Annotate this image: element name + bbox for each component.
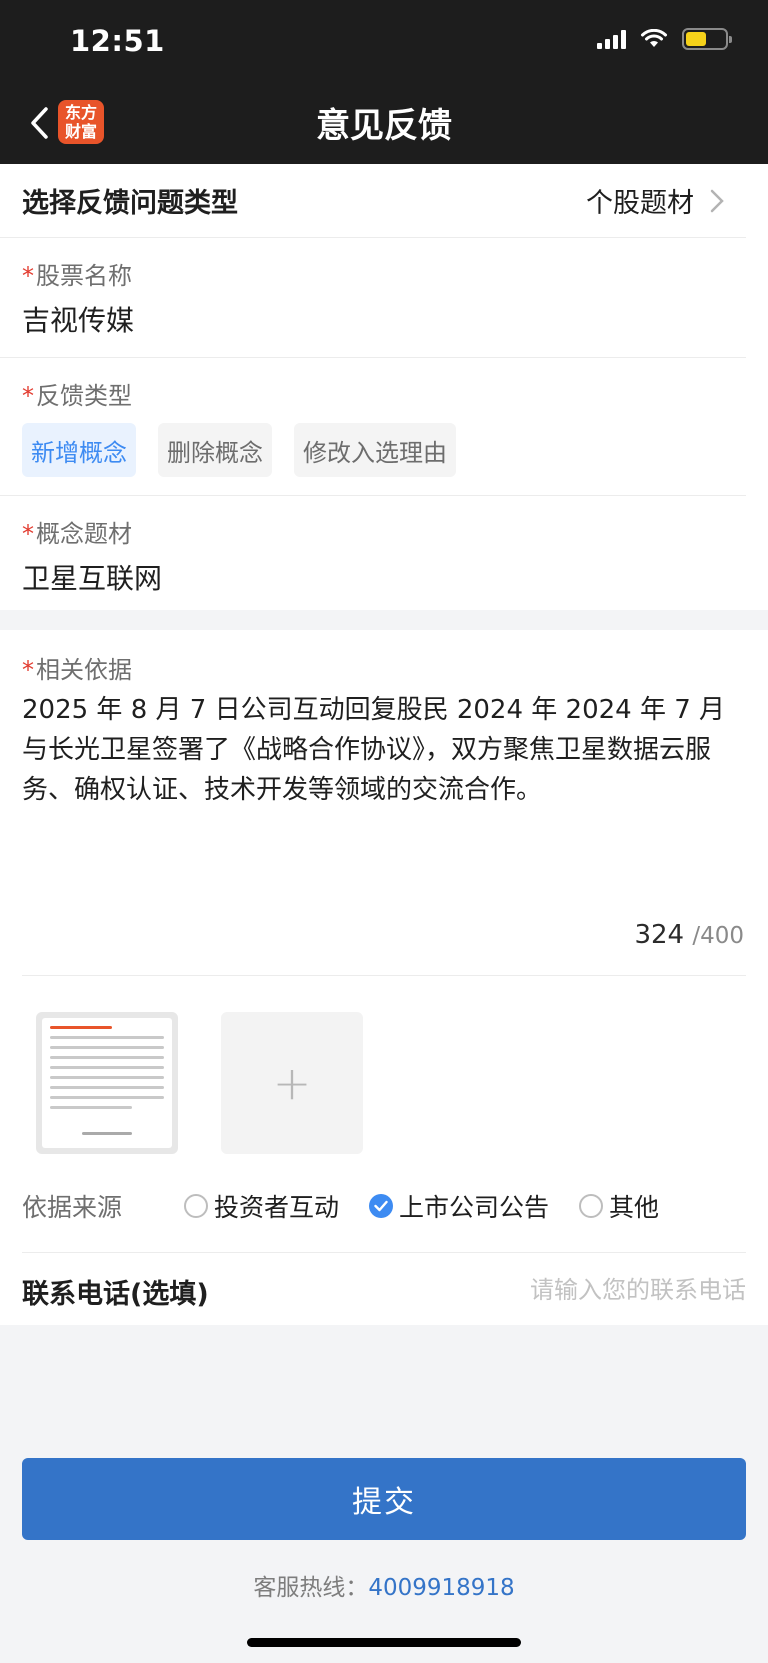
divider [22,975,746,976]
source-option-other[interactable]: 其他 [579,1188,659,1224]
feedback-type-selector[interactable]: 选择反馈问题类型 个股题材 [0,164,746,238]
basis-label: 相关依据 [36,656,132,684]
divider [22,1252,746,1253]
feedback-type-value: 个股题材 [586,188,694,219]
required-mark: * [22,656,34,684]
hotline-label: 客服热线： [253,1575,369,1601]
category-label: 反馈类型 [36,382,132,410]
required-mark: * [22,262,34,290]
phone-label: 联系电话(选填) [22,1279,209,1310]
top-bar: 12:51 东方 财富 意见反馈 [0,0,768,164]
stock-name-label: 股票名称 [36,262,132,290]
chip-modify-reason[interactable]: 修改入选理由 [294,423,456,477]
source-label: 依据来源 [22,1193,123,1222]
home-indicator [247,1638,521,1647]
char-counter: 324 /400 [634,920,744,950]
source-option-investor[interactable]: 投资者互动 [184,1188,339,1224]
status-time: 12:51 [70,24,165,58]
battery-icon [682,28,732,50]
signal-icon [597,29,626,49]
basis-textarea[interactable]: 2025 年 8 月 7 日公司互动回复股民 2024 年 2024 年 7 月… [22,690,746,810]
chip-delete-concept[interactable]: 删除概念 [158,423,272,477]
attachment-thumbnail[interactable] [36,1012,178,1154]
radio-checked-icon [369,1194,394,1218]
concept-label: 概念题材 [36,520,132,548]
hotline-number[interactable]: 4009918918 [368,1575,514,1601]
category-field: *反馈类型 新增概念 删除概念 修改入选理由 [0,358,746,496]
radio-icon [184,1194,208,1218]
section-gap [0,610,768,630]
source-row: 依据来源 投资者互动 上市公司公告 其他 [22,1186,746,1226]
stock-name-value[interactable]: 吉视传媒 [22,299,724,357]
submit-button[interactable]: 提交 [22,1458,746,1540]
stock-name-field: *股票名称 吉视传媒 [0,238,746,358]
required-mark: * [22,382,34,410]
page-title: 意见反馈 [316,106,452,146]
wifi-icon [641,29,667,47]
required-mark: * [22,520,34,548]
chevron-right-icon [710,189,724,212]
concept-value[interactable]: 卫星互联网 [22,557,724,615]
basis-panel: *相关依据 2025 年 8 月 7 日公司互动回复股民 2024 年 2024… [0,630,768,1325]
hotline: 客服热线：4009918918 [0,1568,768,1602]
status-icons [597,28,732,50]
concept-field: *概念题材 卫星互联网 [0,496,746,615]
source-option-announcement[interactable]: 上市公司公告 [369,1188,549,1224]
category-chips: 新增概念 删除概念 修改入选理由 [22,423,724,495]
form-panel: 选择反馈问题类型 个股题材 *股票名称 吉视传媒 *反馈类型 新增概念 删除概念… [0,164,768,615]
phone-input[interactable] [446,1270,746,1310]
radio-icon [579,1194,604,1218]
plus-icon: + [272,1056,312,1110]
add-image-button[interactable]: + [221,1012,363,1154]
feedback-type-label: 选择反馈问题类型 [22,188,238,219]
chip-add-concept[interactable]: 新增概念 [22,423,136,477]
